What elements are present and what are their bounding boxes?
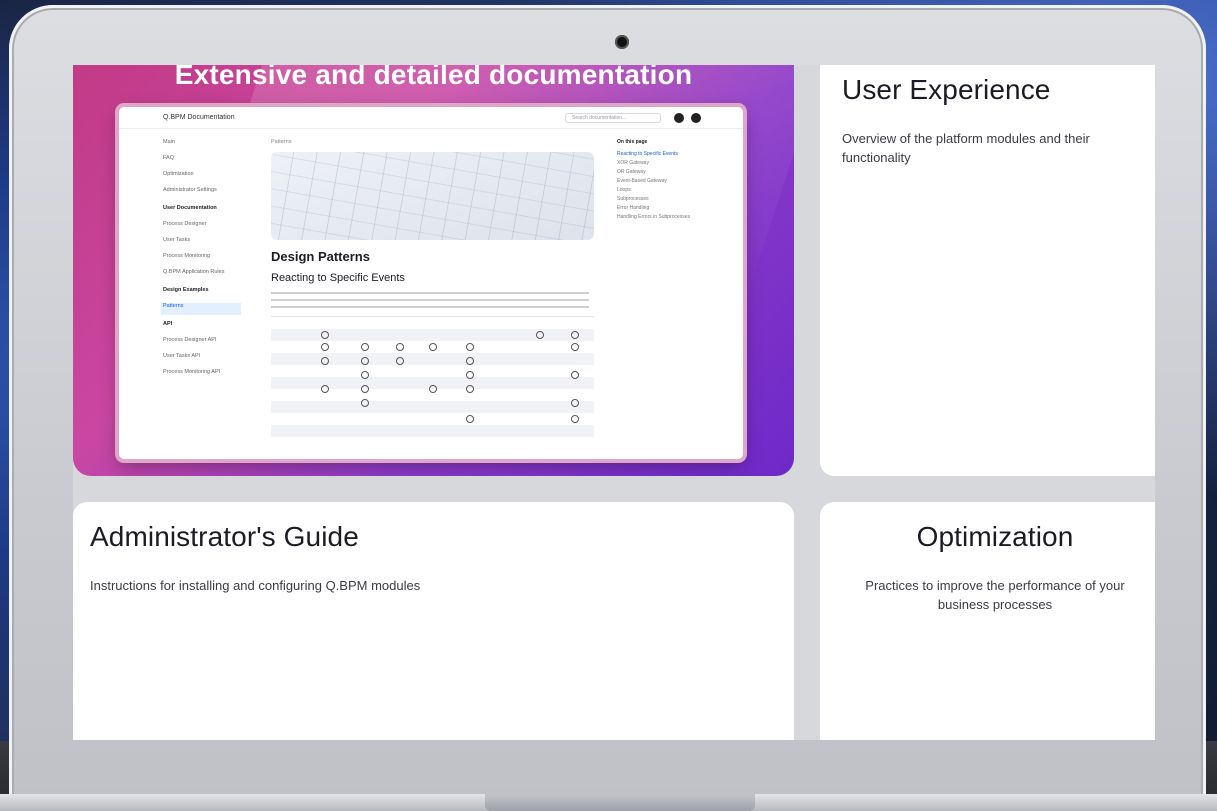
doc-toc-title: On this page [617, 139, 648, 145]
camera-icon [615, 35, 629, 49]
doc-toc-item: Reacting to Specific Events [617, 151, 678, 157]
card-title: User Experience [842, 74, 1051, 105]
doc-heading: Design Patterns [271, 249, 370, 264]
doc-toc-item: OR Gateway [617, 169, 646, 175]
event-circle-icon [321, 357, 329, 365]
event-circle-icon [466, 415, 474, 423]
event-circle-icon [429, 343, 437, 351]
doc-toc-item: Handling Errors in Subprocesses [617, 214, 691, 220]
doc-toc-item: XOR Gateway [617, 160, 649, 166]
event-circle-icon [466, 371, 474, 379]
event-circle-icon [466, 385, 474, 393]
documentation-screenshot: Q.BPM Documentation Search documentation… [119, 107, 743, 459]
doc-sidebar-item: Process Monitoring [163, 253, 211, 259]
event-circle-icon [361, 385, 369, 393]
doc-toc-item: Error Handling [617, 205, 650, 211]
doc-toc-item: Event-Based Gateway [617, 178, 667, 184]
event-circle-icon [571, 331, 579, 339]
doc-paragraph [271, 292, 589, 308]
event-circle-icon [321, 343, 329, 351]
doc-sidebar-item: Q.BPM Application Rules [163, 269, 225, 275]
doc-toc-item: Subprocesses [617, 196, 649, 202]
doc-sidebar-item: Optimization [163, 171, 194, 177]
card-title: Optimization [916, 521, 1074, 552]
github-icon [674, 113, 684, 123]
event-circle-icon [321, 385, 329, 393]
event-circle-icon [571, 415, 579, 423]
event-circle-icon [466, 343, 474, 351]
event-circle-icon [396, 343, 404, 351]
event-circle-icon [571, 343, 579, 351]
doc-toc-item: Loops [617, 187, 631, 193]
theme-toggle-icon [691, 113, 701, 123]
doc-sidebar-heading: API [163, 321, 173, 327]
doc-sidebar-item: Administrator Settings [163, 187, 217, 193]
event-circle-icon [466, 357, 474, 365]
doc-sidebar-item: FAQ [163, 155, 175, 161]
doc-toc: On this page Reacting to Specific Events… [617, 129, 717, 459]
card-description: Overview of the platform modules and the… [842, 131, 1090, 165]
card-description: Practices to improve the performance of … [865, 578, 1125, 612]
doc-search-input: Search documentation... [565, 113, 661, 123]
event-circle-icon [429, 385, 437, 393]
doc-subheading: Reacting to Specific Events [271, 272, 405, 284]
doc-sidebar-item: User Tasks [163, 237, 191, 243]
doc-main-content: Patterns Design Patterns Reacting to Spe… [271, 129, 596, 459]
event-circle-icon [536, 331, 544, 339]
card-administrators-guide[interactable]: Administrator's Guide Instructions for i… [73, 502, 794, 740]
doc-brand: Q.BPM Documentation [163, 114, 235, 121]
feature-title: Extensive and detailed documentation [174, 65, 693, 90]
doc-sidebar-heading: User Documentation [163, 205, 217, 211]
doc-events-table [271, 316, 594, 446]
card-description: Instructions for installing and configur… [90, 578, 421, 593]
card-optimization[interactable]: Optimization Practices to improve the pe… [820, 502, 1155, 740]
card-user-experience[interactable]: User Experience Overview of the platform… [820, 65, 1155, 476]
feature-card-documentation[interactable]: Extensive and detailed documentation Q.B… [73, 65, 794, 476]
event-circle-icon [571, 371, 579, 379]
doc-sidebar-heading: Design Examples [163, 287, 209, 293]
event-circle-icon [361, 371, 369, 379]
doc-diagram-image [271, 152, 594, 240]
doc-sidebar-item: Process Designer API [163, 337, 217, 343]
event-circle-icon [361, 399, 369, 407]
laptop-hinge [485, 794, 755, 811]
event-circle-icon [361, 357, 369, 365]
doc-sidebar-item-active: Patterns [161, 303, 241, 315]
doc-sidebar-item: Process Designer [163, 221, 207, 227]
event-circle-icon [321, 331, 329, 339]
event-circle-icon [361, 343, 369, 351]
event-circle-icon [571, 399, 579, 407]
laptop-screen: Extensive and detailed documentation Q.B… [73, 65, 1155, 740]
card-title: Administrator's Guide [90, 521, 359, 552]
event-circle-icon [396, 357, 404, 365]
doc-breadcrumb: Patterns [271, 139, 292, 145]
doc-sidebar-item: User Tasks API [163, 353, 201, 359]
doc-sidebar-item: Process Monitoring API [163, 369, 221, 375]
doc-sidebar: Main FAQ Optimization Administrator Sett… [119, 129, 259, 459]
doc-sidebar-item: Main [163, 139, 175, 145]
